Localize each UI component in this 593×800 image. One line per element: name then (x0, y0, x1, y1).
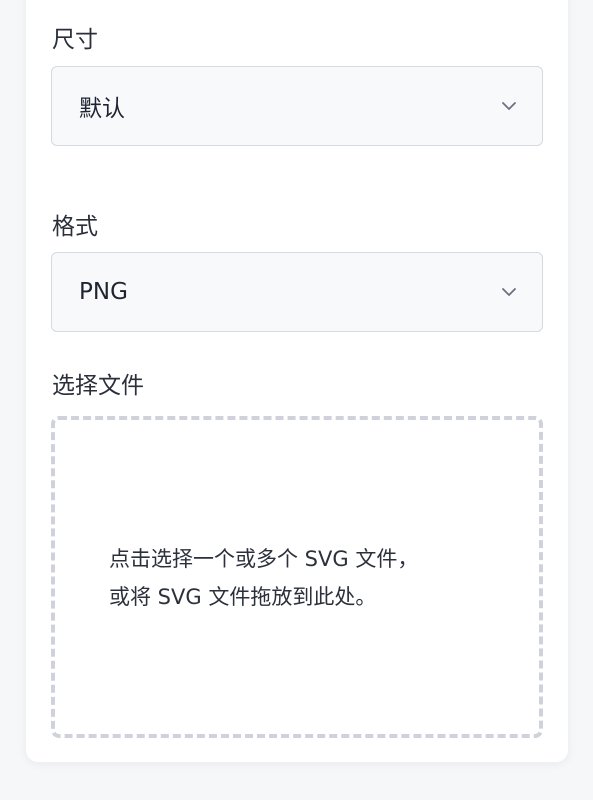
dropzone-hint-line1: 点击选择一个或多个 SVG 文件， (109, 547, 419, 571)
file-dropzone[interactable]: 点击选择一个或多个 SVG 文件， 或将 SVG 文件拖放到此处。 (51, 416, 543, 738)
size-label: 尺寸 (52, 27, 98, 53)
chevron-down-icon (502, 288, 516, 296)
size-select-value: 默认 (79, 96, 125, 122)
size-select[interactable]: 默认 (51, 66, 543, 146)
format-label: 格式 (52, 214, 98, 240)
dropzone-hint-line2: 或将 SVG 文件拖放到此处。 (109, 585, 377, 609)
file-label: 选择文件 (52, 373, 144, 399)
format-select-value: PNG (79, 279, 128, 305)
chevron-down-icon (502, 102, 516, 110)
format-select[interactable]: PNG (51, 252, 543, 332)
dropzone-hint: 点击选择一个或多个 SVG 文件， 或将 SVG 文件拖放到此处。 (109, 540, 418, 616)
